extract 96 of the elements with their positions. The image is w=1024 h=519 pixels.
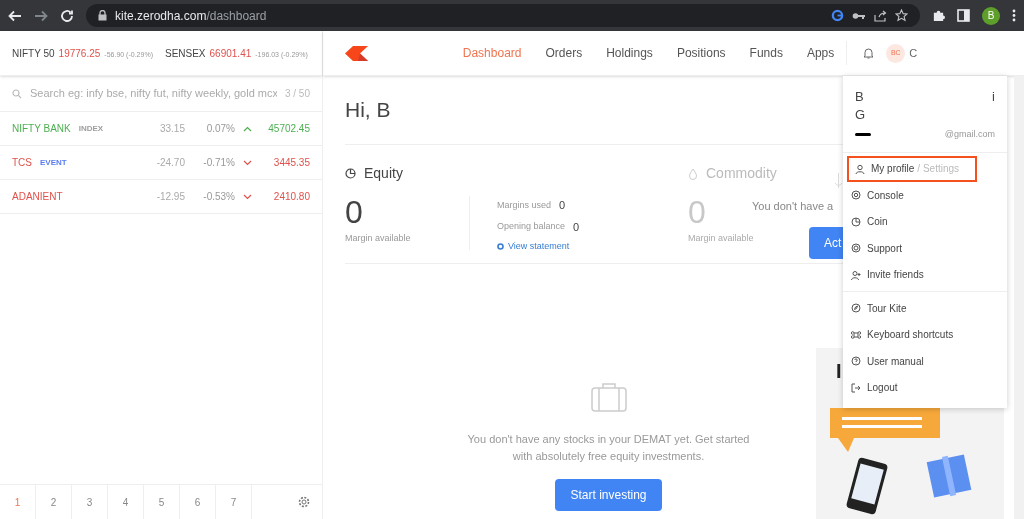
instrument-tag: INDEX	[78, 122, 104, 135]
change-value: -24.70	[155, 156, 185, 170]
commodity-message: You don't have a	[752, 199, 834, 214]
percent-change: -0.53%	[202, 190, 235, 204]
compass-icon	[851, 303, 861, 314]
bell-icon[interactable]	[863, 47, 875, 59]
index-value: 19776.25	[58, 46, 101, 61]
logout-icon	[851, 382, 861, 393]
url-text: kite.zerodha.com/dashboard	[115, 7, 268, 25]
price-value: 45702.45	[267, 122, 310, 136]
index-name: NIFTY 50	[12, 46, 55, 61]
user-email: @gmail.com	[944, 128, 995, 141]
watchlist-page-tab[interactable]: 7	[216, 485, 252, 519]
at-sign-icon	[851, 190, 861, 201]
lifebuoy-icon	[851, 243, 861, 254]
menu-item[interactable]: Keyboard shortcuts	[843, 321, 1007, 348]
menu-item[interactable]: Coin	[843, 208, 1007, 235]
commodity-title: Commodity	[706, 164, 777, 183]
chevron-up-icon	[243, 125, 252, 132]
promo-heading: I	[836, 359, 842, 384]
search-icon	[12, 88, 22, 99]
puzzle-icon[interactable]	[932, 9, 945, 22]
scrollbar[interactable]	[1014, 76, 1024, 519]
profile-avatar[interactable]: B	[982, 6, 1000, 25]
add-user-icon	[851, 269, 861, 280]
chevron-down-icon	[243, 159, 252, 166]
share-icon[interactable]	[874, 9, 887, 22]
stat-value: 0	[559, 198, 566, 213]
coin-icon	[851, 216, 861, 227]
settings-icon[interactable]	[298, 496, 310, 508]
user-name[interactable]: C	[909, 44, 918, 62]
price-value: 2410.80	[272, 190, 310, 204]
watchlist-page-tab[interactable]: 5	[144, 485, 180, 519]
more-icon[interactable]	[1012, 9, 1016, 22]
nav-link[interactable]: Orders	[545, 44, 583, 62]
instrument-tag: EVENT	[40, 156, 67, 169]
equity-title: Equity	[364, 164, 403, 183]
equity-margin-label: Margin available	[345, 232, 412, 245]
change-value: -12.95	[155, 190, 185, 204]
symbol-name: ADANIENT	[12, 190, 63, 204]
watchlist-row[interactable]: TCS EVENT -24.70 -0.71% 3445.35	[0, 146, 322, 180]
drop-icon	[688, 167, 698, 180]
watchlist-page-tab[interactable]: 2	[36, 485, 72, 519]
menu-item[interactable]: Support	[843, 235, 1007, 262]
chevron-down-icon	[243, 193, 252, 200]
watchlist-page-tab[interactable]: 6	[180, 485, 216, 519]
logo-icon[interactable]	[345, 45, 368, 61]
stat-value: 0	[573, 219, 580, 235]
empty-holdings-message: You don't have any stocks in your DEMAT yet. Get started with absolutely free equity investments.	[466, 432, 751, 464]
circle-icon	[497, 243, 504, 251]
user-icon	[855, 163, 865, 174]
symbol-name: NIFTY BANK	[12, 122, 71, 136]
redaction-mark	[855, 133, 871, 137]
lock-icon	[98, 10, 107, 21]
watchlist-page-tab[interactable]: 3	[72, 485, 108, 519]
pie-chart-icon	[345, 168, 356, 179]
key-icon[interactable]	[852, 10, 866, 21]
stat-label: Margins used	[497, 198, 552, 212]
index-value: 66901.41	[209, 46, 252, 61]
side-panel-icon[interactable]	[957, 9, 970, 22]
start-investing-button[interactable]: Start investing	[555, 479, 662, 511]
symbol-name: TCS	[12, 156, 32, 170]
nav-link[interactable]: Funds	[749, 44, 783, 62]
user-full-name: G	[855, 106, 867, 124]
star-icon[interactable]	[895, 9, 908, 22]
menu-item[interactable]: Logout	[843, 374, 1007, 401]
reload-icon[interactable]	[60, 8, 74, 23]
percent-change: 0.07%	[205, 122, 235, 136]
help-icon	[851, 356, 861, 367]
nav-link[interactable]: Holdings	[606, 44, 653, 62]
menu-item[interactable]: Tour Kite	[843, 295, 1007, 322]
watchlist-count: 3 / 50	[284, 87, 310, 101]
watchlist-row[interactable]: ADANIENT -12.95 -0.53% 2410.80	[0, 180, 322, 214]
activate-button[interactable]: Act	[809, 227, 843, 259]
menu-item[interactable]: Invite friends	[843, 261, 1007, 288]
menu-item[interactable]: User manual	[843, 348, 1007, 375]
commodity-margin-label: Margin available	[688, 232, 754, 245]
command-key-icon	[851, 329, 861, 340]
change-value: 33.15	[158, 122, 185, 136]
equity-margin-value: 0	[345, 196, 364, 228]
menu-item[interactable]: Console	[843, 182, 1007, 209]
back-icon[interactable]	[8, 8, 22, 23]
stat-label: Opening balance	[497, 220, 566, 233]
price-value: 3445.35	[272, 156, 310, 170]
nav-link[interactable]: Positions	[676, 44, 726, 62]
watchlist-page-tab[interactable]: 4	[108, 485, 144, 519]
forward-icon[interactable]	[34, 8, 48, 23]
user-full-name: B	[855, 88, 864, 106]
view-statement-link[interactable]: View statement	[497, 240, 580, 254]
address-bar[interactable]: kite.zerodha.com/dashboard	[86, 4, 920, 27]
briefcase-icon	[590, 382, 627, 412]
menu-item[interactable]: My profile / Settings	[847, 155, 977, 182]
percent-change: -0.71%	[202, 156, 235, 170]
index-name: SENSEX	[164, 46, 206, 61]
nav-link[interactable]: Apps	[806, 44, 835, 62]
user-full-name: i	[992, 88, 995, 106]
